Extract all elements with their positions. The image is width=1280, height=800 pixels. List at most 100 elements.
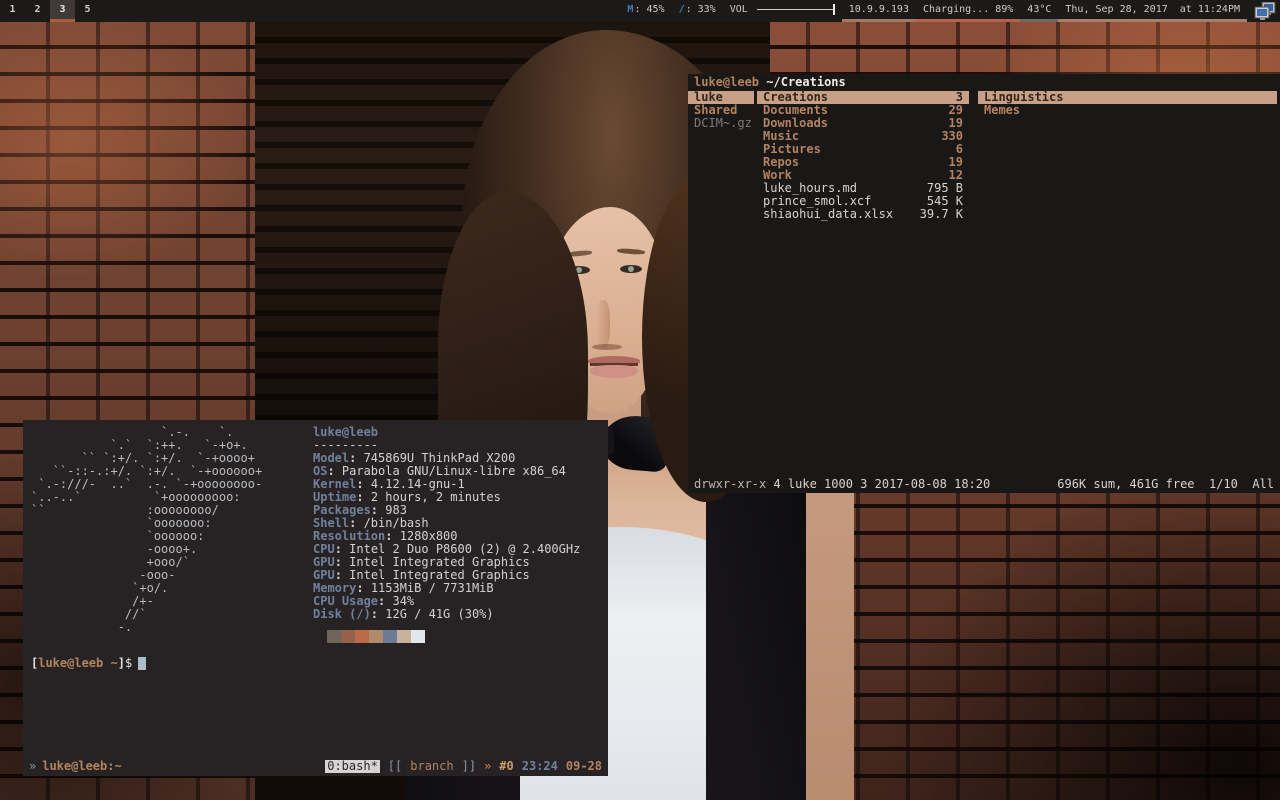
fetch-colon: : xyxy=(335,568,349,582)
fetch-label: Shell xyxy=(313,516,349,530)
desktop: 1235 M: 45% /: 33% VOL 10.9.9.193 Chargi… xyxy=(0,0,1280,800)
fetch-colon: : xyxy=(371,503,385,517)
fetch-label: Uptime xyxy=(313,490,356,504)
fetch-value: 4.12.14-gnu-1 xyxy=(371,477,465,491)
woman-lower-lip xyxy=(590,365,638,378)
memory-icon: M xyxy=(627,4,633,15)
preview-dir-item[interactable]: Memes xyxy=(978,104,1277,117)
tmux-clock: 23:24 xyxy=(522,760,558,773)
workspace-tag-5[interactable]: 5 xyxy=(75,0,100,22)
ranger-parent-column: lukeSharedDCIM~.gz xyxy=(688,91,754,477)
tmux-window-tab[interactable]: 0:bash* xyxy=(325,760,380,773)
tmux-left: »luke@leeb:~ xyxy=(29,760,122,773)
tmux-git-branch: branch xyxy=(410,760,453,773)
fetch-colon: : xyxy=(378,594,392,608)
iris xyxy=(628,266,634,272)
palette-swatch xyxy=(383,630,397,643)
fetch-colon: : xyxy=(385,529,399,543)
fetch-value: 745869U ThinkPad X200 xyxy=(364,451,516,465)
prompt-path: ~ xyxy=(103,656,117,670)
workspace-tag-3[interactable]: 3 xyxy=(50,0,75,22)
terminal-color-palette xyxy=(313,630,580,643)
ip-address-block: 10.9.9.193 xyxy=(842,0,916,22)
fetch-colon: : xyxy=(349,451,363,465)
double-chevron-icon: » xyxy=(484,760,491,773)
preview-dir-item[interactable]: Linguistics xyxy=(978,91,1277,104)
status-bar-right: M: 45% /: 33% VOL 10.9.9.193 Charging...… xyxy=(620,0,1280,22)
neofetch-lines: Model: 745869U ThinkPad X200OS: Parabola… xyxy=(313,452,580,621)
fetch-value: Intel Integrated Graphics xyxy=(349,555,530,569)
fetch-label: GPU xyxy=(313,568,335,582)
ranger-status-left: drwxr-xr-x 4 luke 1000 3 2017-08-08 18:2… xyxy=(694,478,990,491)
tmux-right: 0:bash* [[ branch ]] » #0 23:24 09-28 xyxy=(325,760,602,773)
tmux-bracket-close: ]] xyxy=(462,760,476,773)
fetch-colon: : xyxy=(356,581,370,595)
disk-value: : 33% xyxy=(686,4,716,15)
woman-eye-right xyxy=(620,265,642,273)
ranger-current-path: ~/Creations xyxy=(766,75,845,89)
memory-value: : 45% xyxy=(634,4,664,15)
parent-dir-item[interactable]: DCIM~.gz xyxy=(688,117,754,130)
terminal-cursor xyxy=(138,657,146,670)
tmux-date: 09-28 xyxy=(566,760,602,773)
workspace-tag-2[interactable]: 2 xyxy=(25,0,50,22)
terminal-window[interactable]: `.-. `. `.` `:++. `-+o+. `` `:+/. `:+/. … xyxy=(23,420,608,776)
shell-prompt[interactable]: [luke@leeb ~]$ xyxy=(23,657,608,670)
ip-address: 10.9.9.193 xyxy=(849,4,909,15)
ranger-user-host: luke@leeb xyxy=(694,75,759,89)
palette-swatch xyxy=(313,630,327,643)
ranger-main-column: Creations3Documents29Downloads19Music330… xyxy=(757,91,969,477)
fetch-colon: : xyxy=(327,464,341,478)
fetch-value: 2 hours, 2 minutes xyxy=(371,490,501,504)
fetch-value: Intel 2 Duo P8600 (2) @ 2.400GHz xyxy=(349,542,580,556)
workspace-tags: 1235 xyxy=(0,0,100,22)
fetch-label: Disk (/) xyxy=(313,607,371,621)
fetch-value: 983 xyxy=(385,503,407,517)
fetch-label: CPU Usage xyxy=(313,594,378,608)
ranger-title: luke@leeb ~/Creations xyxy=(688,74,1280,90)
system-tray xyxy=(1247,0,1280,22)
volume-slider[interactable] xyxy=(757,9,835,10)
file-size: 39.7 K xyxy=(920,208,963,221)
fetch-label: Kernel xyxy=(313,477,356,491)
fetch-value: Intel Integrated Graphics xyxy=(349,568,530,582)
fetch-colon: : xyxy=(335,542,349,556)
palette-swatch xyxy=(327,630,341,643)
woman-nostril-shadow xyxy=(592,344,622,350)
tmux-bracket-open: [[ xyxy=(388,760,402,773)
ranger-status-right: 696K sum, 461G free 1/10 All xyxy=(1057,478,1274,491)
palette-swatch xyxy=(411,630,425,643)
fetch-label: CPU xyxy=(313,542,335,556)
parabola-ascii-logo: `.-. `. `.` `:++. `-+o+. `` `:+/. `:+/. … xyxy=(31,426,309,643)
chevron-icon: » xyxy=(29,759,36,773)
ranger-preview-column: LinguisticsMemes xyxy=(978,91,1277,477)
workspace-tag-1[interactable]: 1 xyxy=(0,0,25,22)
fetch-value: 1280x800 xyxy=(400,529,458,543)
neofetch-info: luke@leeb --------- Model: 745869U Think… xyxy=(313,426,580,643)
fetch-info-line: Disk (/): 12G / 41G (30%) xyxy=(313,608,580,621)
palette-swatch xyxy=(355,630,369,643)
palette-swatch xyxy=(369,630,383,643)
fetch-colon: : xyxy=(371,607,385,621)
temperature-block: 43°C xyxy=(1020,0,1058,22)
ranger-status-bar: drwxr-xr-x 4 luke 1000 3 2017-08-08 18:2… xyxy=(688,477,1280,493)
memory-block: M: 45% xyxy=(620,0,671,22)
prompt-dollar: $ xyxy=(125,656,132,670)
ranger-window: luke@leeb ~/Creations lukeSharedDCIM~.gz… xyxy=(688,74,1280,493)
fetch-value: 1153MiB / 7731MiB xyxy=(371,581,494,595)
volume-slider-handle[interactable] xyxy=(833,4,835,15)
datetime-block: Thu, Sep 28, 2017 at 11:24PM xyxy=(1058,0,1247,22)
fetch-label: Memory xyxy=(313,581,356,595)
temperature-value: 43°C xyxy=(1027,4,1051,15)
volume-label: VOL xyxy=(730,4,748,15)
fetch-value: 12G / 41G (30%) xyxy=(385,607,493,621)
file-permissions: drwxr-xr-x xyxy=(694,477,766,491)
fetch-value: Parabola GNU/Linux-libre x86_64 xyxy=(342,464,566,478)
prompt-user: luke@leeb xyxy=(38,656,103,670)
prompt-bracket: ] xyxy=(118,656,125,670)
network-monitors-icon[interactable] xyxy=(1253,2,1277,21)
file-row[interactable]: shiaohui_data.xlsx39.7 K xyxy=(757,208,969,221)
file-details: 4 luke 1000 3 2017-08-08 18:20 xyxy=(766,477,990,491)
tmux-status-bar: »luke@leeb:~ 0:bash* [[ branch ]] » #0 2… xyxy=(23,758,608,776)
fetch-label: OS xyxy=(313,464,327,478)
